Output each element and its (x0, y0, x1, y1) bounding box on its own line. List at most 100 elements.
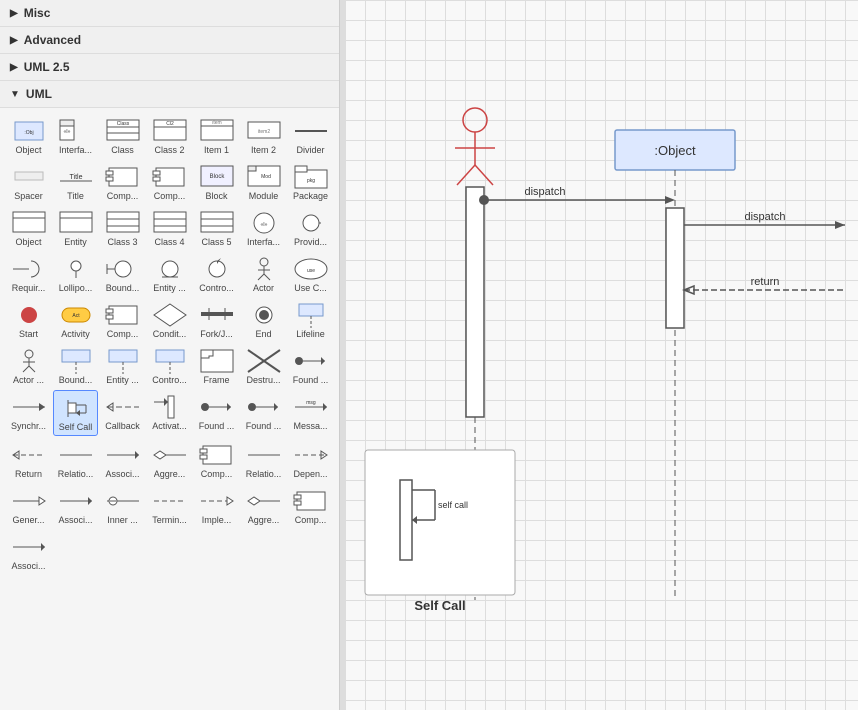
shape-item-aggre1[interactable]: Aggre... (147, 438, 192, 482)
shape-item-relatio2[interactable]: Relatio... (241, 438, 286, 482)
shape-item-assoc2[interactable]: Associ... (53, 484, 98, 528)
shape-icon-depen (293, 441, 329, 469)
shape-item-destru[interactable]: Destru... (241, 344, 286, 388)
shape-label-aggre1: Aggre... (154, 469, 186, 479)
shape-item-activity[interactable]: ActActivity (53, 298, 98, 342)
shape-label-spacer: Spacer (14, 191, 43, 201)
shape-icon-comp1 (105, 163, 141, 191)
shape-icon-synchr (11, 393, 47, 421)
shape-item-interface[interactable]: «I»Interfa... (53, 114, 98, 158)
shape-item-boundary[interactable]: Bound... (100, 252, 145, 296)
shape-item-actor[interactable]: Actor (241, 252, 286, 296)
shape-item-contro2[interactable]: Contro... (147, 344, 192, 388)
shape-label-boundary: Bound... (106, 283, 140, 293)
shape-item-found3[interactable]: Found ... (241, 390, 286, 436)
shape-label-end: End (255, 329, 271, 339)
shape-item-comp2[interactable]: Comp... (147, 160, 192, 204)
shape-item-frame[interactable]: Frame (194, 344, 239, 388)
shape-item-class4[interactable]: Class 4 (147, 206, 192, 250)
shape-item-item1[interactable]: itemItem 1 (194, 114, 239, 158)
shape-label-imple: Imple... (202, 515, 232, 525)
shape-item-assoc1[interactable]: Associ... (100, 438, 145, 482)
shape-item-actor2[interactable]: Actor ... (6, 344, 51, 388)
shape-item-provid[interactable]: Provid... (288, 206, 333, 250)
svg-text:msg: msg (306, 400, 316, 406)
shape-item-comp4[interactable]: Comp... (194, 438, 239, 482)
shape-item-found2[interactable]: Found ... (194, 390, 239, 436)
svg-text:Mod: Mod (261, 174, 271, 180)
shape-item-class5[interactable]: Class 5 (194, 206, 239, 250)
shape-label-destru: Destru... (246, 375, 280, 385)
shape-item-item2[interactable]: item2Item 2 (241, 114, 286, 158)
uml-label: UML (26, 87, 52, 101)
shape-item-interfa2[interactable]: «I»Interfa... (241, 206, 286, 250)
shape-item-condit[interactable]: Condit... (147, 298, 192, 342)
svg-text:«I»: «I» (260, 222, 267, 228)
svg-text:dispatch: dispatch (745, 211, 786, 223)
shape-item-activat[interactable]: Activat... (147, 390, 192, 436)
shape-item-class[interactable]: ClassClass (100, 114, 145, 158)
shape-item-aggre2[interactable]: Aggre... (241, 484, 286, 528)
shape-item-entity3[interactable]: Entity ... (100, 344, 145, 388)
shape-item-control[interactable]: Contro... (194, 252, 239, 296)
shape-item-package[interactable]: pkgPackage (288, 160, 333, 204)
shape-icon-control (199, 255, 235, 283)
shape-item-divider[interactable]: Divider (288, 114, 333, 158)
shape-item-return[interactable]: Return (6, 438, 51, 482)
shape-item-gener[interactable]: Gener... (6, 484, 51, 528)
shape-item-require[interactable]: Requir... (6, 252, 51, 296)
shape-item-object[interactable]: :ObjObject (6, 114, 51, 158)
shape-item-comp3[interactable]: Comp... (100, 298, 145, 342)
shape-item-block[interactable]: BlockBlock (194, 160, 239, 204)
section-advanced[interactable]: ▶ Advanced (0, 27, 339, 54)
shape-item-callback[interactable]: Callback (100, 390, 145, 436)
shape-item-title[interactable]: TitleTitle (53, 160, 98, 204)
shape-label-found3: Found ... (246, 421, 282, 431)
shape-item-class2[interactable]: Cl2Class 2 (147, 114, 192, 158)
shape-item-found[interactable]: Found ... (288, 344, 333, 388)
shape-item-relatio[interactable]: Relatio... (53, 438, 98, 482)
shape-icon-contro2 (152, 347, 188, 375)
section-uml[interactable]: ▼ UML (0, 81, 339, 108)
shape-item-inner[interactable]: Inner ... (100, 484, 145, 528)
shape-icon-comp5 (293, 487, 329, 515)
svg-text:use: use (306, 268, 314, 274)
shape-label-class4: Class 4 (154, 237, 184, 247)
shape-item-end[interactable]: End (241, 298, 286, 342)
shape-item-synchr[interactable]: Synchr... (6, 390, 51, 436)
shape-icon-entity2 (152, 255, 188, 283)
shape-item-messa[interactable]: msgMessa... (288, 390, 333, 436)
shape-label-contro2: Contro... (152, 375, 187, 385)
shape-label-class: Class (111, 145, 134, 155)
shape-icon-callback (105, 393, 141, 421)
shape-item-bound2[interactable]: Bound... (53, 344, 98, 388)
shape-item-entity2[interactable]: Entity ... (147, 252, 192, 296)
svg-text:«I»: «I» (63, 129, 70, 135)
shape-item-termin[interactable]: Termin... (147, 484, 192, 528)
shape-item-depen[interactable]: Depen... (288, 438, 333, 482)
shape-item-forkj[interactable]: Fork/J... (194, 298, 239, 342)
shape-icon-aggre1 (152, 441, 188, 469)
shape-item-comp1[interactable]: Comp... (100, 160, 145, 204)
shape-item-usec[interactable]: useUse C... (288, 252, 333, 296)
shape-item-assoc3[interactable]: Associ... (6, 530, 51, 574)
section-uml25[interactable]: ▶ UML 2.5 (0, 54, 339, 81)
shape-item-start[interactable]: Start (6, 298, 51, 342)
shape-item-lollipop[interactable]: Lollipo... (53, 252, 98, 296)
shape-item-spacer[interactable]: Spacer (6, 160, 51, 204)
shape-item-module[interactable]: ModModule (241, 160, 286, 204)
shape-item-comp5[interactable]: Comp... (288, 484, 333, 528)
shape-icon-relatio2 (246, 441, 282, 469)
shape-label-provid: Provid... (294, 237, 327, 247)
diagram-canvas[interactable]: :Object dispatch dispatch return self ca… (345, 0, 858, 710)
shape-item-object2[interactable]: Object (6, 206, 51, 250)
shape-item-selfcall[interactable]: Self Call (53, 390, 98, 436)
shape-item-entity[interactable]: Entity (53, 206, 98, 250)
shape-item-class3[interactable]: Class 3 (100, 206, 145, 250)
shape-item-imple[interactable]: Imple... (194, 484, 239, 528)
section-misc[interactable]: ▶ Misc (0, 0, 339, 27)
shape-label-frame: Frame (203, 375, 229, 385)
svg-text:Block: Block (209, 174, 225, 180)
shape-icon-lifeline (293, 301, 329, 329)
shape-item-lifeline[interactable]: Lifeline (288, 298, 333, 342)
